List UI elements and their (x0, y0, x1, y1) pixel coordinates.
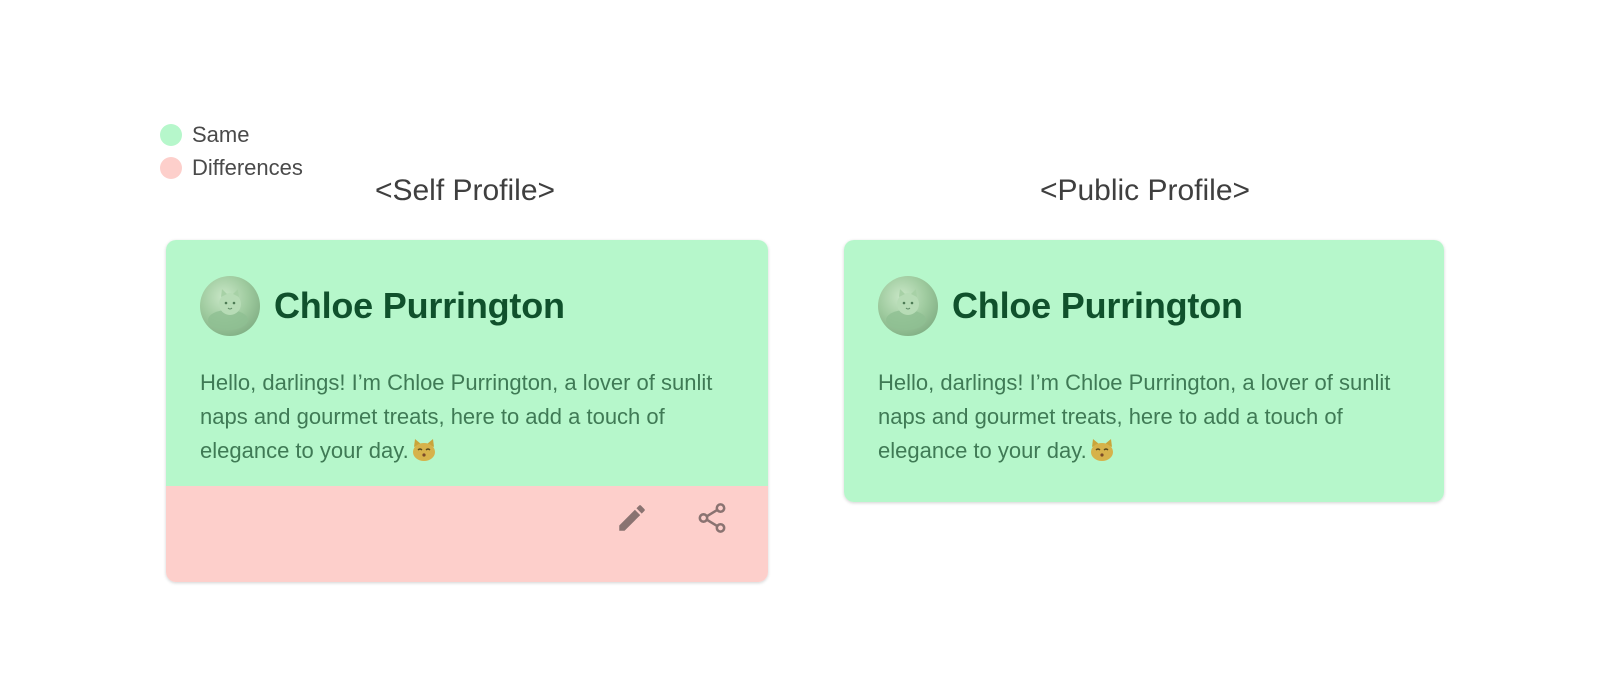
cat-photo-icon (208, 289, 248, 330)
profile-name: Chloe Purrington (274, 285, 565, 326)
kissing-cat-icon (1089, 438, 1115, 472)
legend-swatch-same (160, 123, 182, 146)
edit-button[interactable] (612, 498, 652, 538)
share-icon (698, 503, 726, 533)
profile-name: Chloe Purrington (952, 285, 1243, 326)
profile-bio-text: Hello, darlings! I’m Chloe Purrington, a… (200, 370, 713, 463)
pencil-icon (619, 505, 645, 531)
differences-region (166, 486, 768, 582)
public-profile-card: Chloe Purrington Hello, darlings! I’m Ch… (844, 240, 1444, 502)
self-profile-title: <Self Profile> (374, 174, 556, 207)
self-profile-card: Chloe Purrington Hello, darlings! I’m Ch… (166, 240, 768, 582)
avatar[interactable] (878, 276, 938, 336)
legend-item-same: Same (160, 118, 303, 151)
avatar[interactable] (200, 276, 260, 336)
profile-header: Chloe Purrington (200, 276, 565, 336)
legend: Same Differences (160, 118, 303, 184)
legend-label-same: Same (192, 121, 250, 147)
share-button[interactable] (692, 498, 732, 538)
legend-label-differences: Differences (192, 154, 303, 180)
legend-item-differences: Differences (160, 151, 303, 184)
profile-bio-text: Hello, darlings! I’m Chloe Purrington, a… (878, 370, 1391, 463)
profile-header: Chloe Purrington (878, 276, 1243, 336)
legend-swatch-differences (160, 156, 182, 179)
cat-photo-icon (886, 289, 926, 330)
profile-bio: Hello, darlings! I’m Chloe Purrington, a… (200, 366, 720, 472)
profile-bio: Hello, darlings! I’m Chloe Purrington, a… (878, 366, 1398, 472)
public-profile-title: <Public Profile> (1039, 174, 1251, 207)
kissing-cat-icon (411, 438, 437, 472)
